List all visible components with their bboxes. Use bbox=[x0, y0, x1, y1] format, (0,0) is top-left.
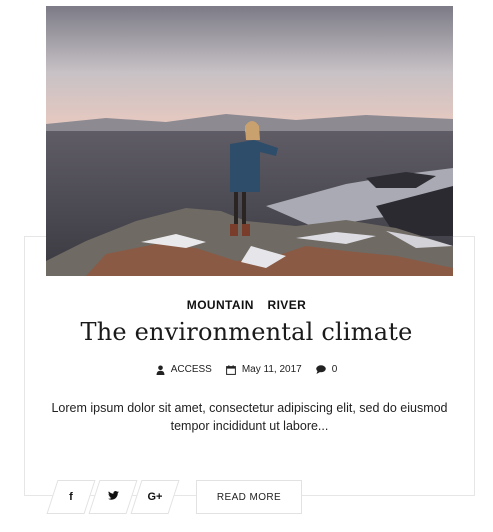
facebook-icon: f bbox=[69, 491, 73, 503]
comments-meta[interactable]: 0 bbox=[315, 364, 338, 375]
calendar-icon bbox=[225, 364, 236, 375]
featured-image[interactable] bbox=[46, 6, 453, 276]
author-meta[interactable]: ACCESS bbox=[156, 364, 212, 375]
post-title[interactable]: The environmental climate bbox=[0, 318, 493, 346]
post-meta: ACCESS May 11, 2017 0 bbox=[0, 364, 493, 375]
facebook-share-button[interactable]: f bbox=[52, 480, 90, 514]
google-plus-icon: G+ bbox=[147, 491, 163, 503]
comment-count: 0 bbox=[331, 364, 338, 375]
comment-icon bbox=[315, 365, 326, 374]
google-plus-share-button[interactable]: G+ bbox=[136, 480, 174, 514]
user-icon bbox=[156, 365, 165, 375]
post-date: May 11, 2017 bbox=[241, 364, 302, 375]
twitter-icon bbox=[107, 491, 119, 503]
post-categories: MOUNTAIN RIVER bbox=[0, 298, 493, 312]
share-buttons: f G+ bbox=[52, 480, 174, 514]
twitter-share-button[interactable] bbox=[94, 480, 132, 514]
category-mountain[interactable]: MOUNTAIN bbox=[187, 298, 254, 312]
category-river[interactable]: RIVER bbox=[268, 298, 307, 312]
read-more-button[interactable]: READ MORE bbox=[196, 480, 302, 514]
post-excerpt: Lorem ipsum dolor sit amet, consectetur … bbox=[51, 401, 448, 433]
date-meta: May 11, 2017 bbox=[225, 364, 302, 375]
author-name: ACCESS bbox=[170, 364, 212, 375]
